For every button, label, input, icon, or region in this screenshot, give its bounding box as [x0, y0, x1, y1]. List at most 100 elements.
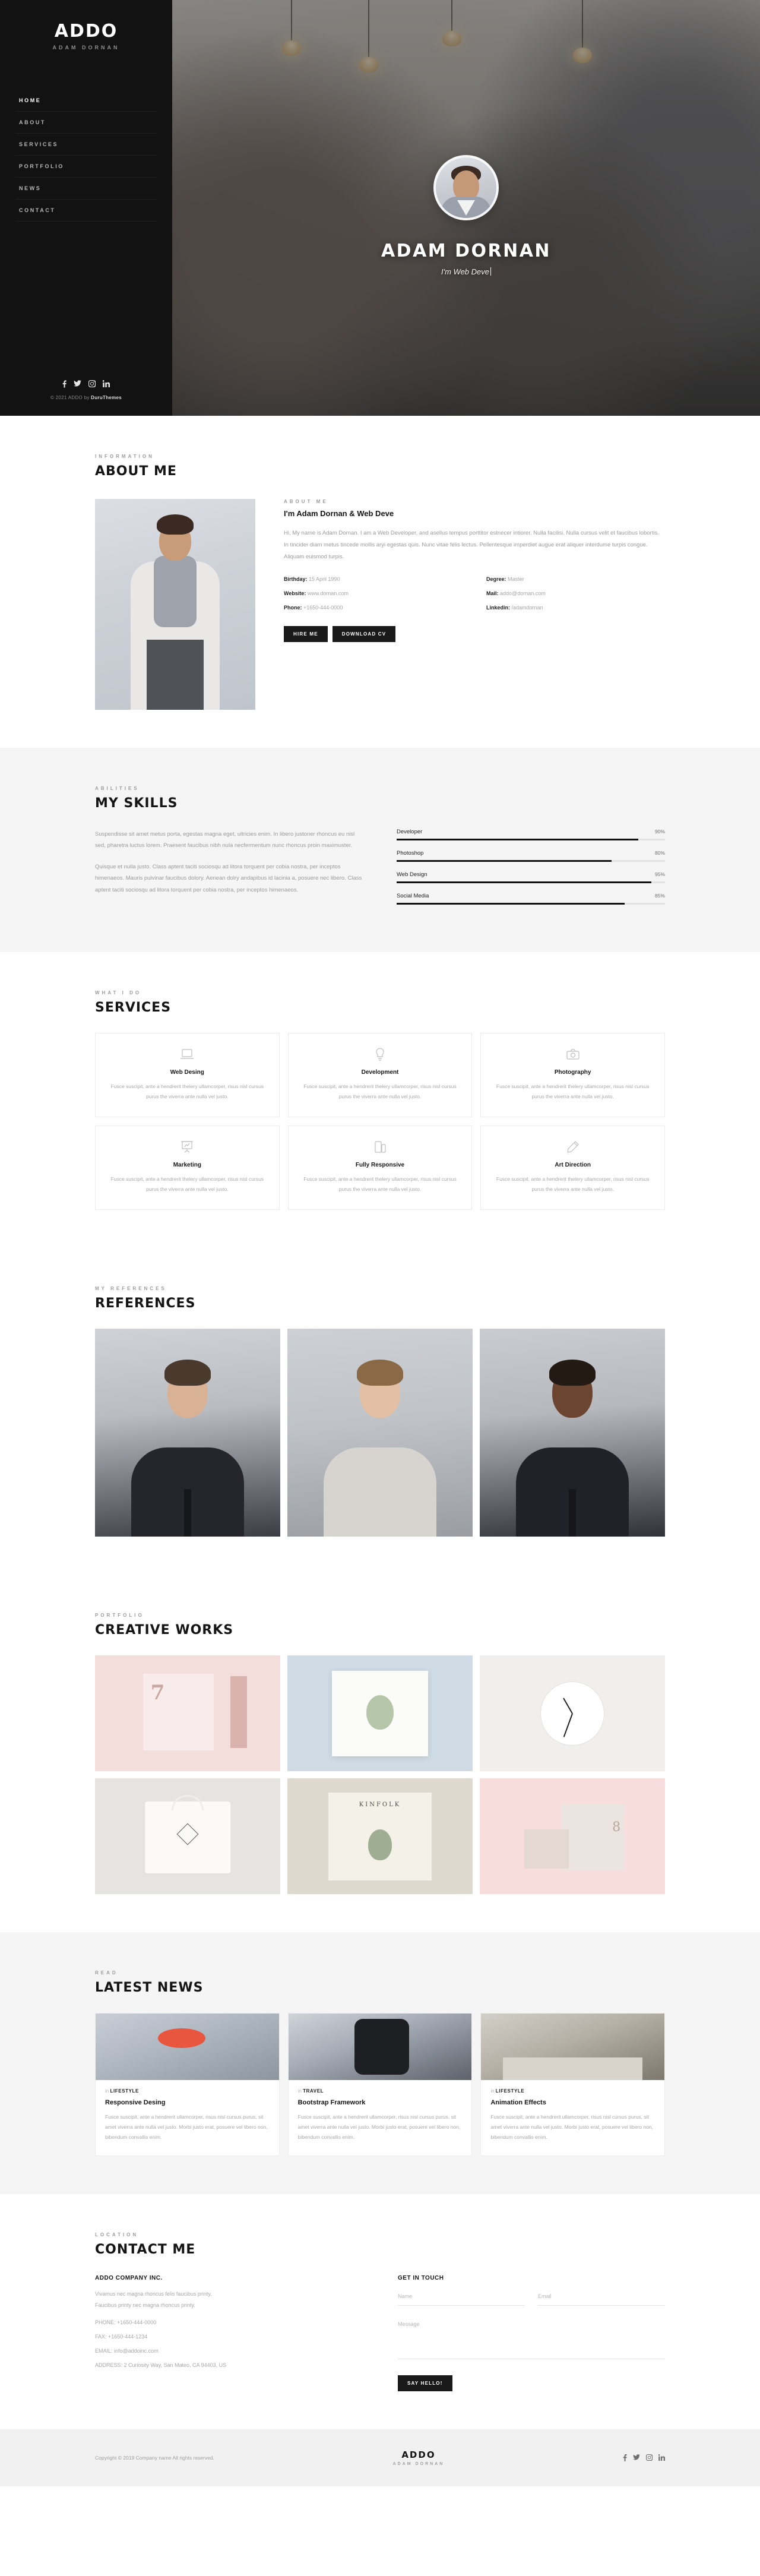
- work-botanical-print[interactable]: [287, 1655, 473, 1772]
- service-card-web-desing[interactable]: Web Desing Fusce suscipit, ante a hendre…: [95, 1033, 280, 1118]
- news-eyebrow: READ: [95, 1970, 118, 1976]
- skill-percent: 95%: [654, 871, 665, 877]
- skill-track: [397, 839, 665, 840]
- linkedin-icon[interactable]: [103, 380, 110, 388]
- hero-banner: ADAM DORNAN I'm Web Deve: [172, 0, 760, 416]
- about-section: INFORMATION ABOUT ME ABOUT ME I'm Adam D…: [0, 416, 760, 748]
- service-title: Fully Responsive: [355, 1162, 405, 1169]
- skill-label: Photoshop: [397, 850, 424, 856]
- service-card-art-direction[interactable]: Art Direction Fusce suscipit, ante a hen…: [480, 1126, 665, 1210]
- services-title: SERVICES: [95, 1000, 172, 1015]
- service-title: Web Desing: [170, 1069, 204, 1076]
- hero-role: I'm Web Deve: [441, 267, 491, 276]
- reference-photo-2[interactable]: [287, 1329, 473, 1537]
- instagram-icon[interactable]: [88, 380, 96, 388]
- reference-photo-1[interactable]: [95, 1329, 280, 1537]
- sidebar-item-services[interactable]: SERVICES: [15, 134, 157, 156]
- sidebar-item-portfolio[interactable]: PORTFOLIO: [15, 156, 157, 178]
- footer-copyright: Copyright © 2019 Company name All rights…: [95, 2455, 214, 2461]
- skill-track: [397, 860, 665, 862]
- facebook-icon[interactable]: [623, 2454, 627, 2462]
- service-card-development[interactable]: Development Fusce suscipit, ante a hendr…: [287, 1033, 473, 1118]
- references-title: REFERENCES: [95, 1296, 196, 1311]
- contact-section: LOCATION CONTACT ME ADDO COMPANY INC. Vi…: [0, 2194, 760, 2429]
- twitter-icon[interactable]: [633, 2454, 640, 2461]
- about-eyebrow: INFORMATION: [95, 454, 154, 459]
- service-card-marketing[interactable]: Marketing Fusce suscipit, ante a hendrer…: [95, 1126, 280, 1210]
- service-title: Marketing: [173, 1162, 201, 1169]
- pen-icon: [493, 1139, 653, 1155]
- service-text: Fusce suscipit, ante a hendrerit thelery…: [110, 1083, 264, 1099]
- news-card-animation-effects[interactable]: in LIFESTYLE Animation Effects Fusce sus…: [480, 2013, 665, 2157]
- skills-section: ABILITIES MY SKILLS Suspendisse sit amet…: [0, 748, 760, 952]
- service-text: Fusce suscipit, ante a hendrerit thelery…: [110, 1176, 264, 1192]
- work-notebook-seven[interactable]: 7: [95, 1655, 280, 1772]
- info-birthday: Birthday: 15 April 1990: [284, 576, 340, 582]
- contact-form: GET IN TOUCH Say Hello!: [398, 2275, 665, 2392]
- contact-email: EMAIL: info@addoinc.com: [95, 2348, 159, 2354]
- news-title: LATEST NEWS: [95, 1980, 204, 1996]
- reference-photo-3[interactable]: [480, 1329, 665, 1537]
- name-input[interactable]: [398, 2289, 525, 2306]
- contact-company: ADDO COMPANY INC.: [95, 2275, 163, 2282]
- facebook-icon[interactable]: [62, 380, 66, 388]
- references-eyebrow: MY REFERENCES: [95, 1286, 167, 1292]
- sidebar-item-news[interactable]: NEWS: [15, 178, 157, 200]
- work-tote-bag[interactable]: [95, 1778, 280, 1895]
- skill-photoshop: Photoshop 80%: [397, 850, 665, 862]
- contact-details: ADDO COMPANY INC. Vivamus nec magna rhon…: [95, 2275, 362, 2391]
- news-card-text: Fusce suscipit, ante a hendrerit ullamco…: [490, 2114, 653, 2141]
- lightbulb-icon: [300, 1047, 460, 1062]
- about-portrait: [95, 499, 255, 710]
- camera-icon: [493, 1047, 653, 1062]
- portfolio-eyebrow: PORTFOLIO: [95, 1613, 144, 1619]
- contact-line-2: Faucibus printy nec magna rhoncus printy…: [95, 2302, 195, 2309]
- hire-me-button[interactable]: HIRE ME: [284, 625, 328, 642]
- download-cv-button[interactable]: DOWNLOAD CV: [332, 625, 396, 642]
- skill-social-media: Social Media 85%: [397, 893, 665, 905]
- sidebar-item-about[interactable]: ABOUT: [15, 112, 157, 134]
- page-root: ADDO ADAM DORNAN HOME ABOUT SERVICES POR…: [0, 0, 760, 2487]
- sidebar-item-home[interactable]: HOME: [15, 90, 157, 112]
- message-input[interactable]: [398, 2316, 665, 2360]
- page-footer: Copyright © 2019 Company name All rights…: [0, 2429, 760, 2487]
- contact-form-title: GET IN TOUCH: [398, 2275, 444, 2282]
- work-paper-bag-branding[interactable]: 8: [480, 1778, 665, 1895]
- brand-subtitle: ADAM DORNAN: [52, 45, 120, 50]
- news-card-responsive-desing[interactable]: in LIFESTYLE Responsive Desing Fusce sus…: [95, 2013, 280, 2157]
- brand[interactable]: ADDO ADAM DORNAN: [0, 21, 172, 50]
- instagram-icon[interactable]: [646, 2454, 653, 2461]
- footer-brand[interactable]: ADDO ADAM DORNAN: [393, 2449, 445, 2466]
- contact-phone: PHONE: +1650-444-0000: [95, 2319, 157, 2326]
- contact-fax: FAX: +1650-444-1234: [95, 2334, 148, 2340]
- service-text: Fusce suscipit, ante a hendrerit thelery…: [496, 1176, 650, 1192]
- news-card-title: Animation Effects: [490, 2099, 546, 2107]
- skills-text: Suspendisse sit amet metus porta, egesta…: [95, 829, 363, 914]
- skill-label: Web Design: [397, 871, 428, 878]
- news-card-title: Bootstrap Framework: [297, 2099, 366, 2107]
- news-card-bootstrap-framework[interactable]: in TRAVEL Bootstrap Framework Fusce susc…: [287, 2013, 473, 2157]
- sidebar-item-contact[interactable]: CONTACT: [15, 200, 157, 222]
- say-hello-button[interactable]: Say Hello!: [398, 2375, 452, 2392]
- linkedin-icon[interactable]: [658, 2454, 665, 2461]
- email-input[interactable]: [538, 2289, 665, 2306]
- brand-title: ADDO: [54, 21, 118, 42]
- about-body-text: Hi, My name is Adam Dornan. I am a Web D…: [284, 530, 659, 560]
- service-card-fully-responsive[interactable]: Fully Responsive Fusce suscipit, ante a …: [287, 1126, 473, 1210]
- sidebar-social-links: [0, 380, 172, 388]
- skills-title: MY SKILLS: [95, 796, 178, 811]
- news-thumbnail: [288, 2014, 472, 2081]
- services-eyebrow: WHAT I DO: [95, 990, 142, 995]
- hero-content: ADAM DORNAN I'm Web Deve: [172, 0, 760, 416]
- service-text: Fusce suscipit, ante a hendrerit thelery…: [303, 1176, 457, 1192]
- news-category: in LIFESTYLE: [490, 2088, 525, 2094]
- footer-social-links: [623, 2454, 665, 2462]
- twitter-icon[interactable]: [74, 380, 81, 388]
- service-card-photography[interactable]: Photography Fusce suscipit, ante a hendr…: [480, 1033, 665, 1118]
- service-text: Fusce suscipit, ante a hendrerit thelery…: [496, 1083, 650, 1099]
- skills-paragraph-2: Quisque et nulla justo. Class aptent tac…: [95, 863, 362, 893]
- work-kinfolk-magazine[interactable]: KINFOLK: [287, 1778, 473, 1895]
- work-wall-clock[interactable]: [480, 1655, 665, 1772]
- news-thumbnail: [96, 2014, 279, 2081]
- sidebar-nav: HOME ABOUT SERVICES PORTFOLIO NEWS CONTA…: [0, 90, 172, 222]
